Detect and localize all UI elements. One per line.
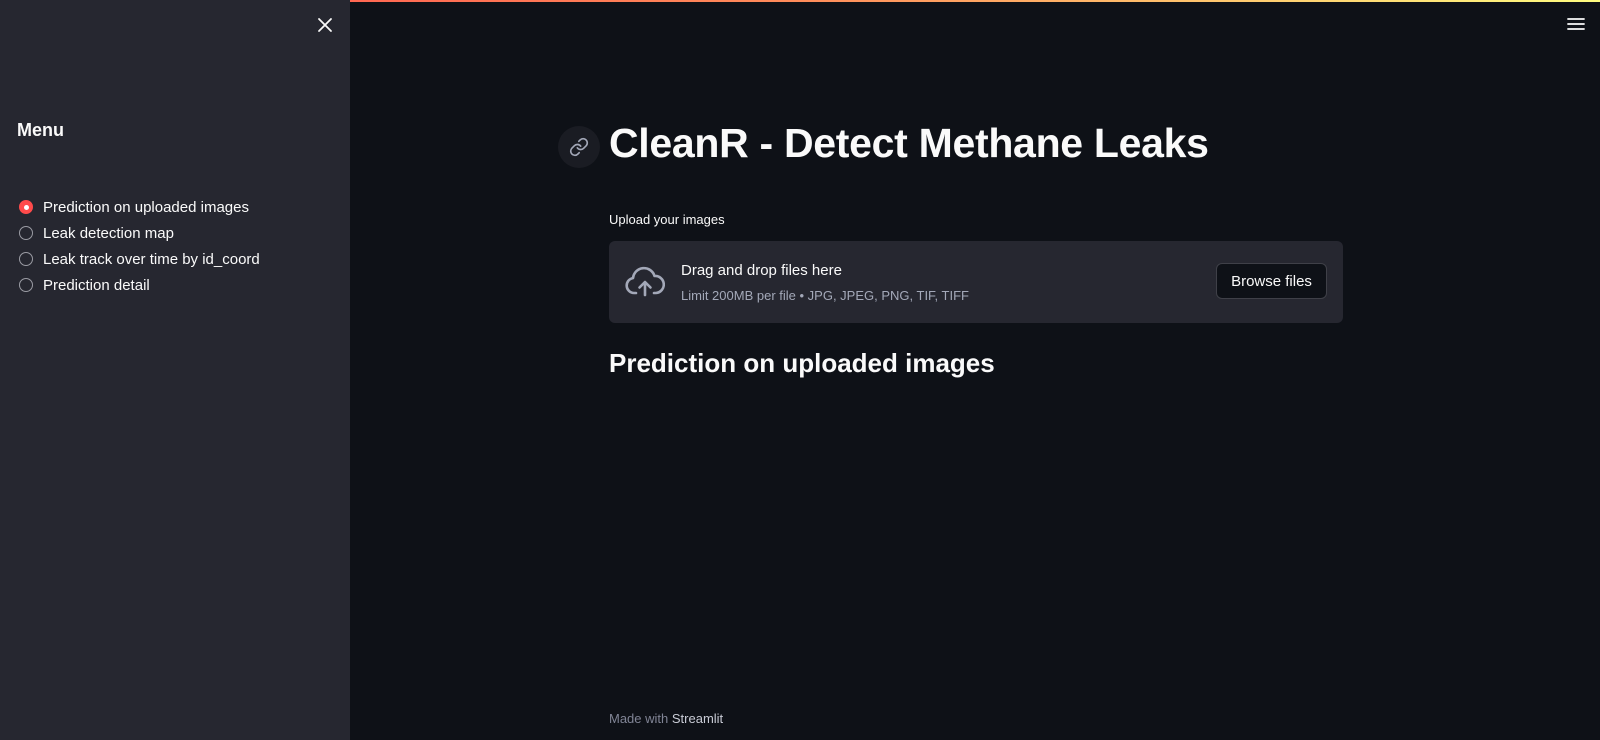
footer: Made with Streamlit <box>609 711 723 726</box>
file-dropzone[interactable]: Drag and drop files here Limit 200MB per… <box>609 241 1343 323</box>
uploader-label: Upload your images <box>609 212 725 227</box>
link-icon <box>569 137 589 157</box>
radio-option-label: Prediction on uploaded images <box>43 198 249 216</box>
radio-option-label: Prediction detail <box>43 276 150 294</box>
radio-option-prediction-uploaded[interactable]: Prediction on uploaded images <box>19 194 260 220</box>
page-title: CleanR - Detect Methane Leaks <box>609 120 1209 166</box>
footer-prefix: Made with <box>609 711 669 726</box>
streamlit-app: Menu Prediction on uploaded images Leak … <box>0 0 1600 740</box>
title-anchor-link[interactable] <box>558 126 600 168</box>
dropzone-instructions: Drag and drop files here <box>681 262 842 279</box>
radio-option-leak-track[interactable]: Leak track over time by id_coord <box>19 246 260 272</box>
radio-button[interactable] <box>19 278 33 292</box>
main-menu-button[interactable] <box>1566 16 1586 32</box>
cloud-upload-icon <box>625 266 665 297</box>
radio-button[interactable] <box>19 252 33 266</box>
sidebar-radio-group: Prediction on uploaded images Leak detec… <box>19 194 260 298</box>
section-heading: Prediction on uploaded images <box>609 348 995 378</box>
radio-option-leak-detection-map[interactable]: Leak detection map <box>19 220 260 246</box>
radio-option-prediction-detail[interactable]: Prediction detail <box>19 272 260 298</box>
radio-option-label: Leak detection map <box>43 224 174 242</box>
footer-brand-link[interactable]: Streamlit <box>672 711 723 726</box>
dropzone-limit-text: Limit 200MB per file • JPG, JPEG, PNG, T… <box>681 288 969 303</box>
sidebar-close-button[interactable] <box>314 14 336 36</box>
sidebar: Menu Prediction on uploaded images Leak … <box>0 0 350 740</box>
radio-option-label: Leak track over time by id_coord <box>43 250 260 268</box>
browse-files-button[interactable]: Browse files <box>1216 263 1327 299</box>
close-icon <box>318 18 332 32</box>
radio-button-selected[interactable] <box>19 200 33 214</box>
hamburger-menu-icon <box>1567 18 1585 30</box>
radio-button[interactable] <box>19 226 33 240</box>
sidebar-menu-title: Menu <box>17 120 64 140</box>
